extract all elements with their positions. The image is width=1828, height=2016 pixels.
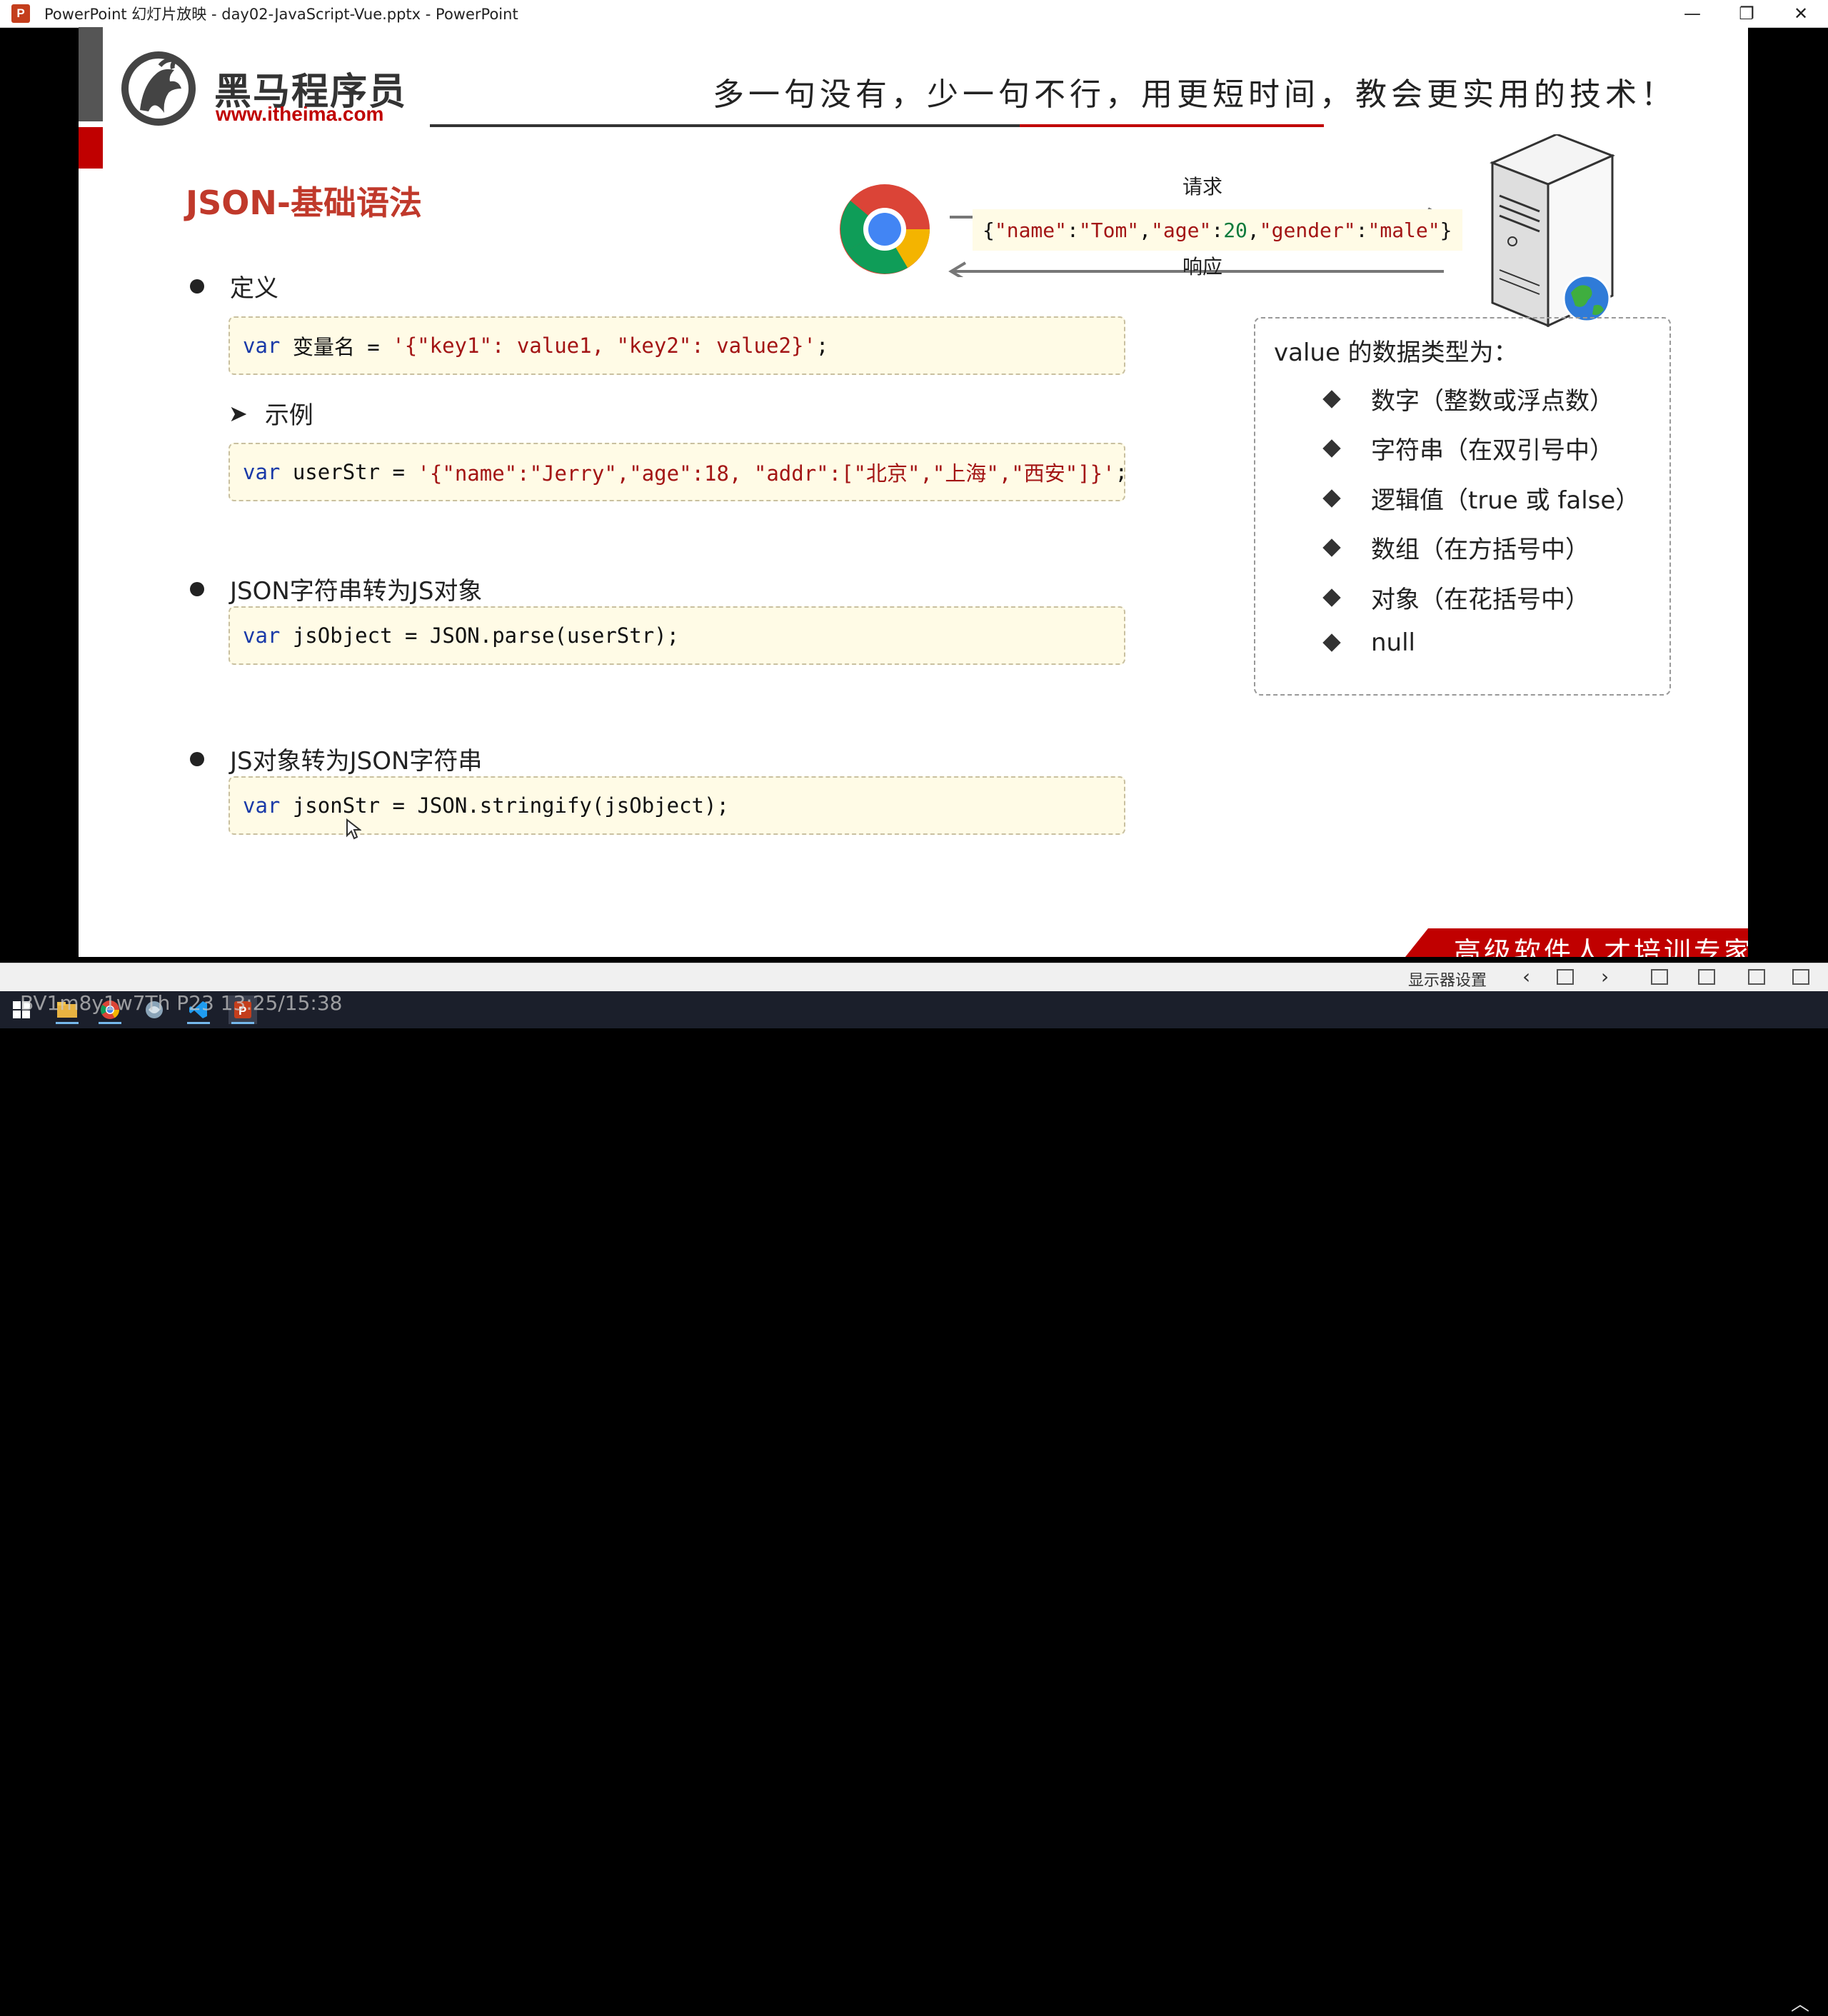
presenter-toolbar: 显示器设置 ‹ ›: [0, 963, 1828, 992]
previous-slide-button[interactable]: ‹: [1522, 965, 1530, 988]
json-text: :: [1067, 218, 1079, 242]
window-title-bar: P PowerPoint 幻灯片放映 - day02-JavaScript-Vu…: [0, 0, 1828, 28]
code-keyword: var: [243, 623, 281, 648]
normal-view-icon[interactable]: [1557, 969, 1574, 985]
bullet-dot: [190, 279, 204, 294]
json-value: "male": [1367, 218, 1440, 242]
value-type-label: 数组（在方括号中）: [1371, 536, 1590, 564]
bullet-dot: [190, 751, 204, 766]
code-text: userStr =: [280, 460, 418, 484]
bullet-label: JSON字符串转为JS对象: [230, 577, 483, 606]
slogan: 多一句没有，少一句不行，用更短时间，教会更实用的技术！: [713, 76, 1677, 113]
video-overlay-text: BV1m8y1w7Th P23 13:25/15:38: [20, 991, 343, 1015]
value-type-label: 字符串（在双引号中）: [1371, 436, 1614, 465]
bullet-js-to-json: JS对象转为JSON字符串: [190, 741, 482, 776]
bullet-definition: 定义: [190, 269, 278, 304]
json-value: "Tom": [1078, 218, 1140, 242]
diamond-bullet-icon: [1322, 538, 1341, 557]
diamond-bullet-icon: [1322, 389, 1341, 408]
code-keyword: var: [243, 334, 281, 358]
diamond-bullet-icon: [1322, 588, 1341, 607]
bullet-json-to-js: JSON字符串转为JS对象: [190, 571, 482, 606]
diamond-bullet-icon: [1322, 438, 1341, 458]
code-string: '{"key1": value1, "key2": value2}': [392, 334, 816, 358]
code-text: jsonStr = JSON.stringify(jsObject);: [280, 793, 729, 818]
value-type-label: 对象（在花括号中）: [1371, 586, 1590, 614]
code-keyword: var: [243, 793, 281, 818]
powerpoint-icon: P: [11, 4, 30, 23]
presenter-view-icon[interactable]: [1792, 969, 1809, 985]
code-keyword: var: [243, 460, 281, 484]
json-example: {"name": "Tom", "age":20, "gender": "male"}: [973, 209, 1462, 251]
bullet-label: 示例: [264, 401, 313, 430]
bullet-label: 定义: [230, 274, 278, 303]
json-text: ,: [1139, 218, 1152, 242]
code-block-example: var userStr = '{"name":"Jerry","age":18,…: [228, 443, 1128, 501]
json-text: }: [1440, 218, 1452, 242]
value-type-item: 数组（在方括号中）: [1322, 530, 1590, 565]
tray-chevron-icon[interactable]: ︿: [1791, 1990, 1809, 2016]
arrow-bullet-icon: ➤: [228, 399, 248, 427]
bullet-dot: [190, 581, 204, 596]
value-type-item: 数字（整数或浮点数）: [1322, 381, 1614, 416]
slide-sorter-icon[interactable]: [1698, 969, 1715, 985]
slide[interactable]: 黑马程序员 www.itheima.com 多一句没有，少一句不行，用更短时间，…: [79, 27, 1748, 957]
request-label: 请求: [1182, 175, 1223, 199]
chrome-browser-icon: [840, 184, 930, 274]
json-key: "name": [994, 218, 1068, 242]
next-slide-button[interactable]: ›: [1601, 965, 1609, 988]
left-red-accent: [79, 127, 103, 169]
json-text: :: [1355, 218, 1368, 242]
code-text: jsObject = JSON.parse(userStr);: [280, 623, 680, 648]
window-controls: — ❐ ✕: [1665, 0, 1828, 27]
value-type-label: null: [1371, 628, 1415, 657]
code-text: 变量名 =: [280, 335, 393, 359]
code-block-stringify: var jsonStr = JSON.stringify(jsObject);: [228, 776, 1125, 835]
value-type-item: 逻辑值（true 或 false）: [1322, 481, 1640, 516]
value-types-box: value 的数据类型为： 数字（整数或浮点数） 字符串（在双引号中） 逻辑值（…: [1254, 317, 1671, 696]
slide-heading: JSON-基础语法: [186, 184, 422, 222]
close-button[interactable]: ✕: [1774, 0, 1828, 27]
minimize-button[interactable]: —: [1665, 0, 1719, 27]
code-text: ;: [1115, 460, 1128, 484]
bullet-label: JS对象转为JSON字符串: [230, 747, 483, 776]
server-icon: [1490, 134, 1615, 327]
mouse-cursor-icon: [346, 818, 361, 840]
value-type-label: 逻辑值（true 或 false）: [1371, 486, 1640, 515]
header-divider-red: [1020, 124, 1324, 127]
display-settings-button[interactable]: 显示器设置: [1408, 968, 1487, 991]
slideshow-icon[interactable]: [1748, 969, 1765, 985]
horse-logo-icon: [121, 51, 196, 126]
reading-view-icon[interactable]: [1651, 969, 1668, 985]
response-label: 响应: [1182, 255, 1223, 279]
value-types-title: value 的数据类型为：: [1274, 338, 1518, 367]
diamond-bullet-icon: [1322, 488, 1341, 508]
value-type-item: null: [1322, 628, 1415, 657]
code-block-parse: var jsObject = JSON.parse(userStr);: [228, 606, 1125, 665]
json-value: 20: [1223, 218, 1247, 242]
restore-button[interactable]: ❐: [1719, 0, 1774, 27]
left-accent-bar: [79, 27, 103, 121]
json-key: "age": [1151, 218, 1212, 242]
sub-bullet-example: ➤ 示例: [228, 396, 313, 431]
code-block-definition: var 变量名 = '{"key1": value1, "key2": valu…: [228, 316, 1125, 375]
json-text: {: [983, 218, 995, 242]
code-text: ;: [815, 334, 829, 358]
logo-url: www.itheima.com: [216, 103, 384, 125]
value-type-item: 对象（在花括号中）: [1322, 580, 1590, 615]
corner-banner-text: 高级软件人才培训专家: [1454, 936, 1748, 957]
json-text: ,: [1247, 218, 1260, 242]
value-type-label: 数字（整数或浮点数）: [1371, 387, 1614, 416]
json-key: "gender": [1259, 218, 1356, 242]
value-type-item: 字符串（在双引号中）: [1322, 431, 1614, 466]
window-title: PowerPoint 幻灯片放映 - day02-JavaScript-Vue.…: [44, 6, 518, 23]
code-string: '{"name":"Jerry","age":18, "addr":["北京",…: [417, 461, 1115, 486]
diamond-bullet-icon: [1322, 633, 1341, 652]
json-text: :: [1211, 218, 1224, 242]
